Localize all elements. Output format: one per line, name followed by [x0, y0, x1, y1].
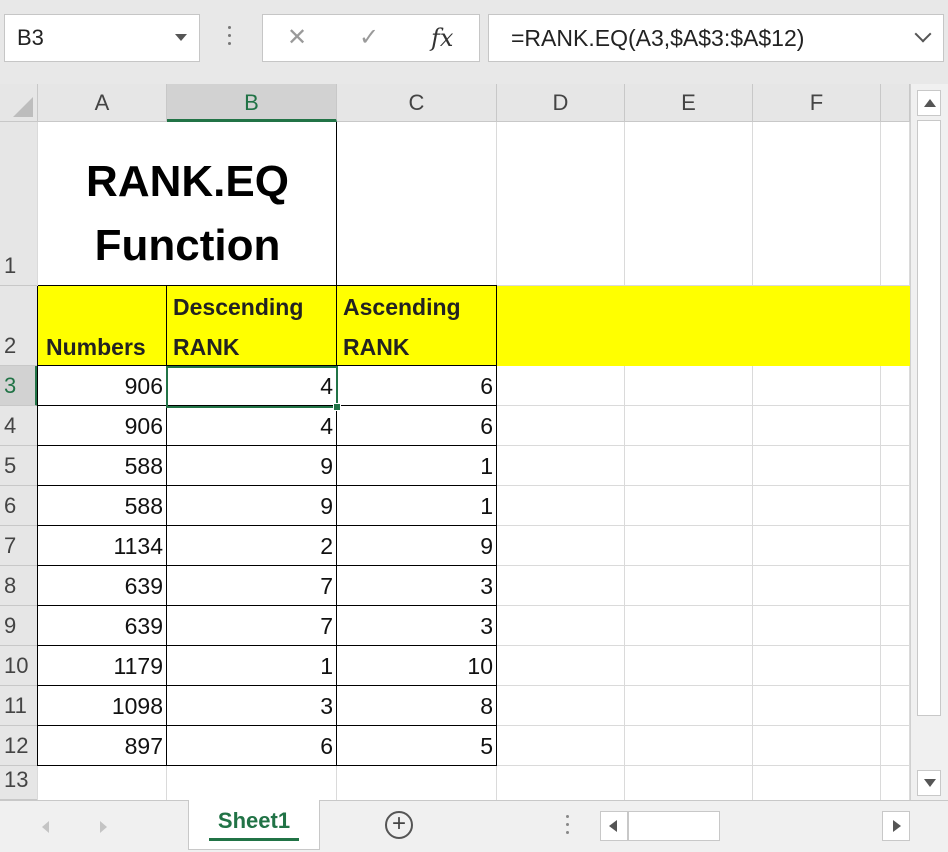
header-ascending-line2: RANK [343, 334, 410, 360]
horizontal-scrollbar[interactable] [600, 811, 910, 841]
row-header[interactable]: 1 [0, 122, 38, 286]
cell-number[interactable]: 588 [38, 446, 167, 486]
cell-asc[interactable]: 3 [337, 606, 497, 646]
name-box[interactable]: B3 [4, 14, 200, 62]
cell-desc[interactable]: 6 [167, 726, 337, 766]
cell-desc[interactable]: 4 [167, 406, 337, 446]
row-header[interactable]: 8 [0, 566, 38, 606]
scroll-left-button[interactable] [600, 811, 628, 841]
cell-number[interactable]: 639 [38, 566, 167, 606]
active-cell-border [166, 366, 338, 408]
formula-text: =RANK.EQ(A3,$A$3:$A$12) [511, 25, 805, 51]
row-header[interactable]: 6 [0, 486, 38, 526]
header-cell-ascending[interactable]: Ascending RANK [337, 286, 497, 366]
sheet-tab-sheet1[interactable]: Sheet1 [188, 800, 320, 850]
cell-number[interactable]: 897 [38, 726, 167, 766]
header-cell-descending[interactable]: Descending RANK [167, 286, 337, 366]
title-line-2: Function [94, 221, 281, 270]
sheet-tab-label: Sheet1 [217, 808, 291, 833]
cancel-icon[interactable]: ✕ [287, 23, 307, 53]
formula-bar-grip-icon[interactable] [228, 26, 232, 50]
sheet-tab-bar: Sheet1 + [0, 800, 948, 852]
row-header[interactable]: 2 [0, 286, 38, 366]
cell-number[interactable]: 906 [38, 366, 167, 406]
cell-desc[interactable]: 1 [167, 646, 337, 686]
expand-formula-bar-icon[interactable] [914, 25, 932, 43]
cell-desc[interactable]: 9 [167, 486, 337, 526]
cell-asc[interactable]: 6 [337, 406, 497, 446]
vertical-scroll-thumb[interactable] [917, 120, 941, 716]
new-sheet-icon[interactable]: + [385, 811, 413, 839]
arrow-left-icon [609, 820, 617, 832]
row-header[interactable]: 12 [0, 726, 38, 766]
name-box-value: B3 [17, 25, 44, 50]
row-header[interactable]: 7 [0, 526, 38, 566]
name-box-dropdown-icon[interactable] [175, 34, 187, 41]
row-header[interactable]: 11 [0, 686, 38, 726]
cell-asc[interactable]: 5 [337, 726, 497, 766]
cell-desc[interactable]: 9 [167, 446, 337, 486]
cell-desc[interactable]: 3 [167, 686, 337, 726]
cell-desc[interactable]: 7 [167, 606, 337, 646]
cell-asc[interactable]: 9 [337, 526, 497, 566]
row-header[interactable]: 4 [0, 406, 38, 446]
enter-icon[interactable]: ✓ [359, 23, 379, 53]
cell-asc[interactable]: 3 [337, 566, 497, 606]
arrow-up-icon [924, 99, 936, 107]
cell-desc[interactable]: 7 [167, 566, 337, 606]
cell-number[interactable]: 1098 [38, 686, 167, 726]
cell-desc[interactable]: 2 [167, 526, 337, 566]
cell-number[interactable]: 1179 [38, 646, 167, 686]
highlighted-cells[interactable] [497, 286, 910, 366]
cell-asc[interactable]: 1 [337, 446, 497, 486]
select-all-button[interactable] [0, 84, 38, 122]
insert-function-icon[interactable]: fx [431, 23, 453, 53]
header-ascending-line1: Ascending [343, 294, 461, 320]
header-descending-line1: Descending [173, 294, 304, 320]
cell-asc[interactable]: 1 [337, 486, 497, 526]
row-header[interactable]: 13 [0, 766, 38, 800]
row-header[interactable]: 5 [0, 446, 38, 486]
next-sheet-icon[interactable] [100, 821, 107, 833]
column-header-a[interactable]: A [38, 84, 167, 122]
fill-handle[interactable] [333, 403, 341, 411]
column-header-b[interactable]: B [167, 84, 337, 122]
cell-asc[interactable]: 8 [337, 686, 497, 726]
column-header-e[interactable]: E [625, 84, 753, 122]
header-cell-numbers[interactable]: Numbers [38, 286, 167, 366]
cell-number[interactable]: 639 [38, 606, 167, 646]
column-header-g[interactable] [881, 84, 910, 122]
column-header-c[interactable]: C [337, 84, 497, 122]
formula-input[interactable]: =RANK.EQ(A3,$A$3:$A$12) [488, 14, 944, 62]
cell-number[interactable]: 588 [38, 486, 167, 526]
horizontal-scroll-thumb[interactable] [628, 811, 720, 841]
scroll-down-button[interactable] [917, 770, 941, 796]
cell-number[interactable]: 1134 [38, 526, 167, 566]
scroll-right-button[interactable] [882, 811, 910, 841]
column-header-d[interactable]: D [497, 84, 625, 122]
title-line-1: RANK.EQ [86, 157, 289, 206]
cell-asc[interactable]: 10 [337, 646, 497, 686]
formula-buttons: ✕ ✓ fx [262, 14, 480, 62]
cell-number[interactable]: 906 [38, 406, 167, 446]
tab-splitter-icon[interactable] [566, 815, 570, 839]
vertical-scrollbar[interactable] [910, 84, 948, 800]
header-descending-line2: RANK [173, 334, 240, 360]
title-cell[interactable]: RANK.EQ Function [38, 122, 337, 286]
row-header[interactable]: 10 [0, 646, 38, 686]
column-header-f[interactable]: F [753, 84, 881, 122]
row-header[interactable]: 9 [0, 606, 38, 646]
formula-bar: B3 ✕ ✓ fx =RANK.EQ(A3,$A$3:$A$12) [0, 0, 948, 84]
header-numbers: Numbers [46, 334, 146, 360]
scroll-up-button[interactable] [917, 90, 941, 116]
previous-sheet-icon[interactable] [42, 821, 49, 833]
row-header[interactable]: 3 [0, 366, 38, 406]
arrow-down-icon [924, 779, 936, 787]
arrow-right-icon [893, 820, 901, 832]
cell-asc[interactable]: 6 [337, 366, 497, 406]
